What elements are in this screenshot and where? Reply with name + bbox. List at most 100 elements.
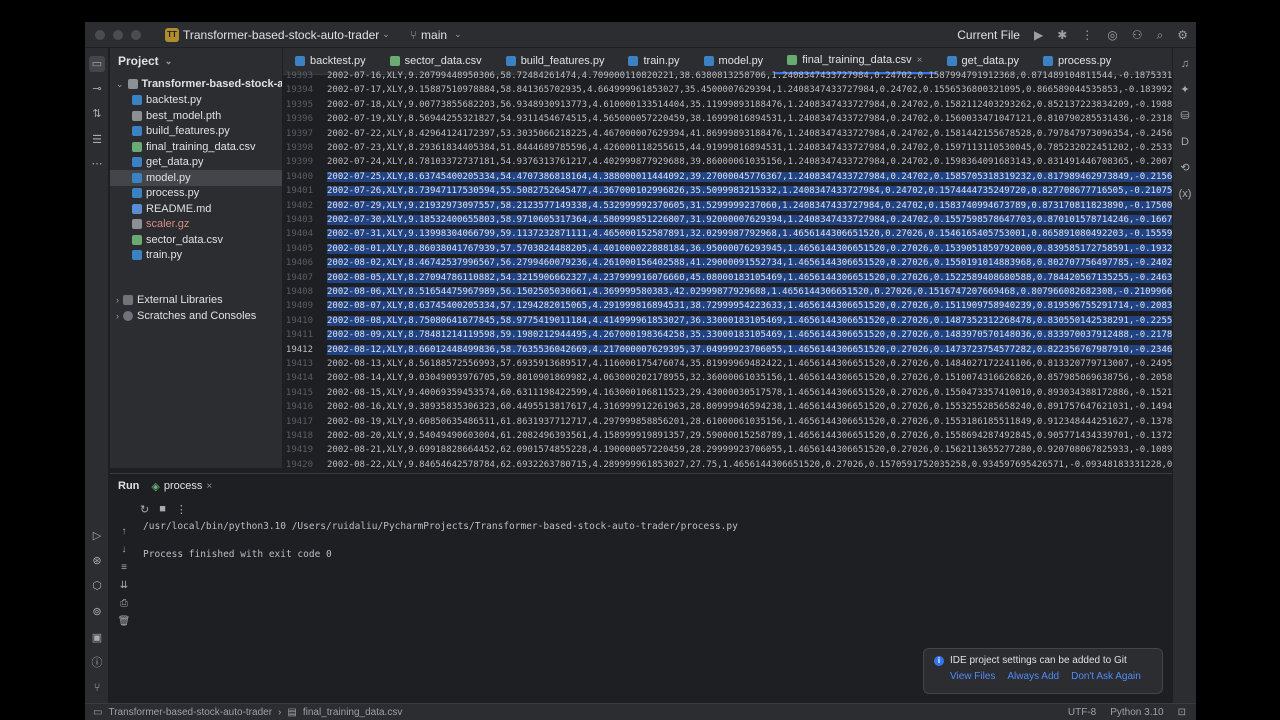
breadcrumb-file[interactable]: final_training_data.csv [303,707,403,718]
tree-file-item[interactable]: model.py [110,169,282,186]
csv-line[interactable]: 19395 2002-07-18,XLY,9.00773855682203,56.… [283,98,1172,112]
project-panel-header[interactable]: Project ⌄ [110,48,282,74]
csv-line[interactable]: 19419 2002-08-21,XLY,9.69918828664452,62.… [283,443,1172,457]
branch-switcher[interactable]: ⑂ main ⌄ [410,28,462,42]
scientific-mode-icon[interactable]: (x) [1177,186,1193,202]
csv-line[interactable]: 19394 2002-07-17,XLY,9.15887510978884,58.… [283,83,1172,97]
print-icon[interactable]: ⎙ [116,596,132,612]
git-icon[interactable]: ⑂ [89,680,105,696]
info-icon: i [934,655,944,666]
dont-ask-again-link[interactable]: Don't Ask Again [1071,671,1141,682]
tree-file-item[interactable]: final_training_data.csv [110,139,282,155]
rerun-icon[interactable]: ↻ [140,503,149,516]
more-icon[interactable]: ⋮ [1081,28,1093,42]
arrow-down-icon[interactable]: ↓ [116,542,132,558]
more-icon[interactable]: ⋮ [176,503,187,516]
csv-line[interactable]: 19402 2002-07-29,XLY,9.21932973097557,58.… [283,199,1172,213]
csv-line[interactable]: 19396 2002-07-19,XLY,8.56944255321827,54.… [283,112,1172,126]
commit-icon[interactable]: ⊸ [89,81,105,97]
ai-icon[interactable]: ✦ [1177,82,1193,98]
run-icon[interactable]: ▶ [1034,28,1043,42]
tree-file-item[interactable]: process.py [110,185,282,201]
plugin-icon[interactable]: D [1177,134,1193,150]
database-icon[interactable]: ⛁ [1177,108,1193,124]
view-files-link[interactable]: View Files [950,671,995,682]
problems-icon[interactable]: ⓘ [89,655,105,671]
pull-requests-icon[interactable]: ⇅ [89,106,105,122]
csv-line[interactable]: 19399 2002-07-24,XLY,8.78103372737181,54.… [283,155,1172,169]
line-number: 19399 [285,157,313,168]
project-folder-icon[interactable]: ▭ [89,56,105,72]
run-tab-process[interactable]: ◈ process × [151,480,212,493]
csv-line[interactable]: 19405 2002-08-01,XLY,8.86038041767939,57.… [283,242,1172,256]
breadcrumb-project[interactable]: Transformer-based-stock-auto-trader [108,707,272,718]
csv-line[interactable]: 19412 2002-08-12,XLY,8.66012448499836,58.… [283,343,1172,357]
history-icon[interactable]: ⟲ [1177,160,1193,176]
csv-line[interactable]: 19407 2002-08-05,XLY,8.27094786110882,54.… [283,271,1172,285]
interpreter-widget[interactable]: Python 3.10 [1110,707,1163,718]
zoom-window-button[interactable] [131,29,141,40]
csv-line[interactable]: 19417 2002-08-19,XLY,9.60850635486511,61.… [283,415,1172,429]
csv-line[interactable]: 19403 2002-07-30,XLY,9.18532400655803,58.… [283,213,1172,227]
read-only-lock-icon[interactable]: ⊡ [1178,707,1186,718]
csv-line[interactable]: 19416 2002-08-16,XLY,9.38935835306323,60.… [283,400,1172,414]
arrow-up-icon[interactable]: ↑ [116,524,132,540]
structure-icon[interactable]: ☰ [89,132,105,148]
csv-line[interactable]: 19411 2002-08-09,XLY,8.78481214119598,59.… [283,328,1172,342]
branch-name: main [421,27,448,42]
python-packages-icon[interactable]: ⊛ [89,553,105,569]
csv-line[interactable]: 19414 2002-08-14,XLY,9.03049093976705,59.… [283,371,1172,385]
csv-line[interactable]: 19413 2002-08-13,XLY,8.56188572556993,57.… [283,357,1172,371]
csv-line[interactable]: 19404 2002-07-31,XLY,9.13998304066799,59.… [283,227,1172,241]
close-icon[interactable]: × [206,481,212,492]
tree-file-item[interactable]: backtest.py [110,92,282,108]
tree-root-folder[interactable]: ⌄ Transformer-based-stock-auto-t [116,76,282,92]
ai-assistant-icon[interactable]: ◎ [1107,28,1117,42]
project-switcher[interactable]: Transformer-based-stock-auto-trader [183,28,379,42]
trash-icon[interactable]: 🗑 [116,614,132,630]
line-text: 2002-07-29,XLY,9.21932973097557,58.21235… [327,200,1172,211]
close-window-button[interactable] [95,29,105,40]
console-output[interactable]: /usr/local/bin/python3.10 /Users/ruidali… [143,520,738,562]
stop-icon[interactable]: ■ [159,503,166,515]
tree-scratches[interactable]: › Scratches and Consoles [116,308,256,324]
run-tool-icon[interactable]: ▷ [89,528,105,544]
tree-file-item[interactable]: train.py [110,247,282,263]
notifications-icon[interactable]: ♫ [1177,56,1193,72]
csv-line[interactable]: 19410 2002-08-08,XLY,8.75080641677845,58.… [283,314,1172,328]
csv-line[interactable]: 19398 2002-07-23,XLY,8.29361834405384,51.… [283,141,1172,155]
run-config-selector[interactable]: Current File [957,28,1020,42]
debug-icon[interactable]: ✱ [1057,28,1067,42]
soft-wrap-icon[interactable]: ≡ [116,560,132,576]
add-user-icon[interactable]: ⚇ [1132,28,1143,42]
tree-file-item[interactable]: build_features.py [110,123,282,139]
always-add-link[interactable]: Always Add [1007,671,1059,682]
csv-line[interactable]: 19406 2002-08-02,XLY,8.46742537996567,56.… [283,256,1172,270]
csv-line[interactable]: 19420 2002-08-22,XLY,9.84654642578784,62.… [283,458,1172,468]
settings-gear-icon[interactable]: ⚙ [1177,28,1188,42]
csv-content[interactable]: 19393 2002-07-16,XLY,9.20799448950306,58.… [283,71,1172,468]
csv-line[interactable]: 19418 2002-08-20,XLY,9.54049490603004,61.… [283,429,1172,443]
tree-file-item[interactable]: get_data.py [110,154,282,170]
csv-line[interactable]: 19409 2002-08-07,XLY,8.63745400205334,57.… [283,299,1172,313]
search-icon[interactable]: ⌕ [1157,28,1164,43]
minimize-window-button[interactable] [113,29,123,40]
csv-line[interactable]: 19397 2002-07-22,XLY,8.42964124172397,53.… [283,127,1172,141]
terminal-icon[interactable]: ▣ [89,630,105,646]
python-console-icon[interactable]: ⊚ [89,604,105,620]
tree-file-item[interactable]: best_model.pth [110,108,282,124]
more-tools-icon[interactable]: ⋯ [89,156,105,172]
csv-line[interactable]: 19393 2002-07-16,XLY,9.20799448950306,58.… [283,69,1172,83]
services-icon[interactable]: ⬡ [89,578,105,594]
tree-external-libraries[interactable]: › External Libraries [116,292,223,308]
tree-file-item[interactable]: scaler.gz [110,216,282,232]
encoding-widget[interactable]: UTF-8 [1068,707,1096,718]
csv-line[interactable]: 19415 2002-08-15,XLY,9.40069359453574,60.… [283,386,1172,400]
csv-line[interactable]: 19400 2002-07-25,XLY,8.63745400205334,54.… [283,170,1172,184]
tree-file-item[interactable]: sector_data.csv [110,232,282,248]
tree-file-item[interactable]: README.md [110,201,282,217]
csv-line[interactable]: 19408 2002-08-06,XLY,8.51654475967989,56.… [283,285,1172,299]
csv-line[interactable]: 19401 2002-07-26,XLY,8.73947117530594,55.… [283,184,1172,198]
scroll-to-end-icon[interactable]: ⇊ [116,578,132,594]
close-icon[interactable]: × [917,55,923,66]
